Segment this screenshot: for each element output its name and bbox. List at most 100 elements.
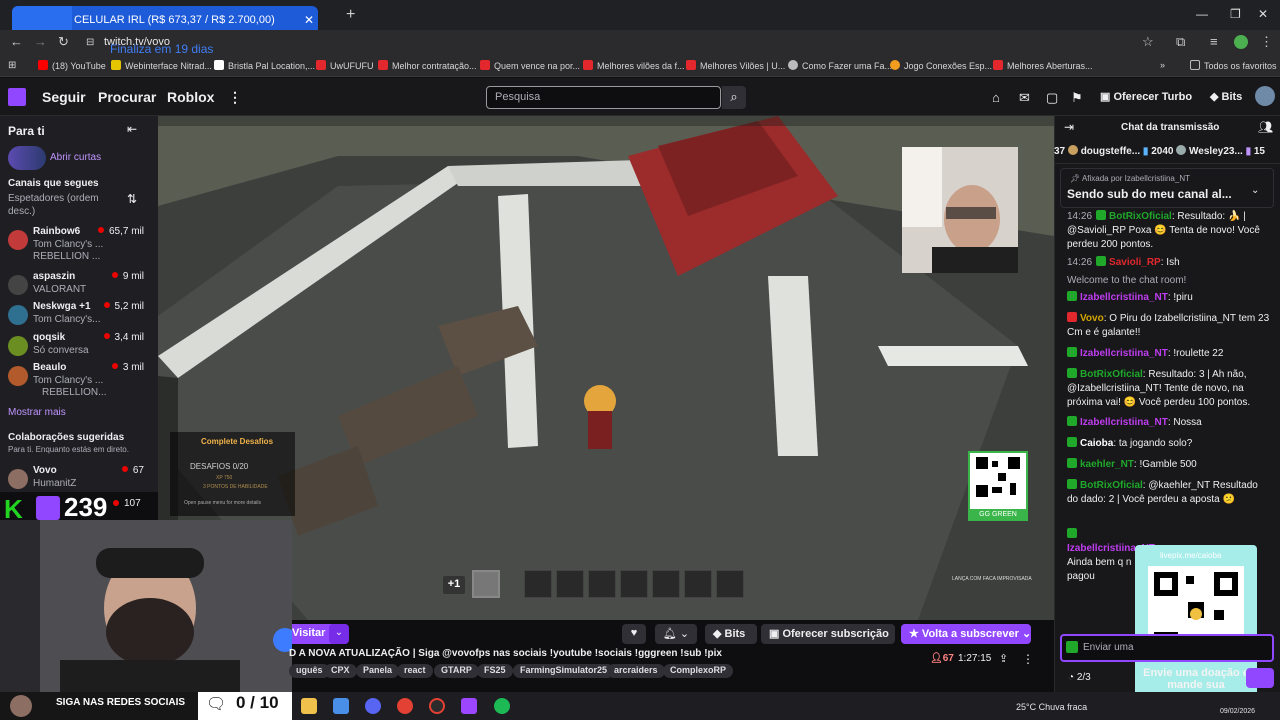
hotbar-slot	[652, 570, 680, 598]
tag[interactable]: Panela	[356, 664, 400, 678]
bookmarks-overflow-icon[interactable]: »	[1160, 60, 1165, 70]
bits-button[interactable]: ◆ Bits	[705, 624, 757, 644]
spotify-icon[interactable]	[494, 698, 510, 714]
get-bits-button[interactable]: ◆ Bits	[1210, 90, 1242, 103]
sidebar-channel[interactable]: Neskwga +1 Tom Clancy's... 5,2 mil	[0, 299, 158, 333]
media-icon[interactable]: ≡	[1210, 34, 1218, 49]
forward-icon[interactable]: →	[34, 34, 47, 49]
tag[interactable]: FS25	[477, 664, 513, 678]
bookmark-item[interactable]: Melhores Vilões | U...	[686, 60, 785, 71]
browser-tab-active[interactable]: CELULAR IRL (R$ 673,37 / R$ 2.700,00) ✕	[12, 6, 318, 32]
follow-heart-icon[interactable]: ♥	[622, 624, 646, 644]
menu-icon[interactable]: ⋮	[1260, 34, 1273, 50]
prime-loot-icon[interactable]: ⌂	[992, 90, 1000, 105]
badge-icon[interactable]	[1066, 641, 1078, 653]
bookmark-item[interactable]: (18) YouTube	[38, 60, 106, 71]
hotbar-slot	[588, 570, 616, 598]
chat-bubble-icon: 🗨︎	[206, 696, 227, 713]
stream-title: D A NOVA ATUALIZAÇÃO | Siga @vovofps nas…	[289, 648, 722, 659]
chat-message: Izabellcristiina_NT: Nossa	[1067, 416, 1271, 430]
tag[interactable]: ComplexoRP	[663, 664, 734, 678]
window-close-icon[interactable]: ✕	[1258, 7, 1268, 21]
close-tab-icon[interactable]: ✕	[304, 13, 314, 27]
chevron-down-icon[interactable]: ⌄	[1251, 185, 1259, 196]
resubscribe-button[interactable]: ★ Volta a subscrever ⌄	[901, 624, 1031, 644]
inbox-icon[interactable]: ✉	[1019, 90, 1030, 106]
bookmark-star-icon[interactable]: ☆	[1142, 34, 1154, 50]
store-icon[interactable]	[333, 698, 349, 714]
bookmark-item[interactable]: Como Fazer uma Fa...	[788, 60, 892, 71]
whispers-icon[interactable]: ▢	[1046, 90, 1058, 106]
bookmark-item[interactable]: Quem vence na por...	[480, 60, 580, 71]
bookmark-item[interactable]: Melhores vilões da f...	[583, 60, 685, 71]
challenges-points: 3 PONTOS DE HABILIDADE	[203, 484, 268, 490]
tag[interactable]: arcraiders	[607, 664, 665, 678]
avatar	[8, 230, 28, 250]
search-input[interactable]: Pesquisa	[486, 86, 721, 109]
reload-icon[interactable]: ↻	[58, 34, 69, 50]
nav-following[interactable]: Seguir	[42, 89, 86, 105]
new-tab-icon[interactable]: +	[346, 6, 355, 24]
bookmark-item[interactable]: Bristla Pal Location,...	[214, 60, 315, 71]
sidebar-channel[interactable]: Rainbow6 Tom Clancy's ... REBELLION ... …	[0, 224, 158, 262]
nav-browse[interactable]: Procurar	[98, 89, 156, 105]
back-icon[interactable]: ←	[10, 34, 23, 49]
weather-widget[interactable]: 25°C Chuva fraca	[1016, 702, 1087, 712]
avatar	[8, 336, 28, 356]
app-icon[interactable]	[461, 698, 477, 714]
chat-message: kaehler_NT: !Gamble 500	[1067, 458, 1271, 472]
nav-roblox[interactable]: Roblox	[167, 89, 214, 105]
goal-ends-text: Finaliza em 19 dias	[110, 42, 214, 56]
minimize-icon[interactable]: —	[1196, 7, 1208, 21]
restore-icon[interactable]: ❐	[1230, 7, 1241, 21]
collapse-chat-icon[interactable]: ⇥	[1064, 120, 1074, 134]
sidebar-channel[interactable]: qoqsik Só conversa 3,4 mil	[0, 330, 158, 364]
notifications-icon[interactable]: 🔔︎ ⌄	[655, 624, 697, 644]
turbo-button[interactable]: ▣ Oferecer Turbo	[1100, 90, 1192, 103]
viewer-count: 👤︎67	[930, 653, 954, 664]
site-info-icon[interactable]: ⊟	[86, 37, 94, 48]
bookmark-item[interactable]: Jogo Conexões Esp...	[890, 60, 992, 71]
tag[interactable]: FarmingSimulator25	[513, 664, 615, 678]
open-clips-link[interactable]: Abrir curtas	[50, 152, 101, 163]
chat-send-button[interactable]	[1246, 668, 1274, 688]
leaderboard[interactable]: 37 dougsteffe... ▮ 2040 Wesley23... ▮ 15	[1054, 140, 1280, 164]
clock-date[interactable]: 09/02/2026	[1220, 708, 1255, 715]
pinned-by: 📌︎ Afixada por Izabellcristiina_NT	[1070, 174, 1190, 183]
tag[interactable]: CPX	[324, 664, 357, 678]
avatar	[8, 366, 28, 386]
show-more-link[interactable]: Mostrar mais	[8, 407, 66, 418]
clips-icon[interactable]	[8, 146, 46, 170]
tag[interactable]: GTARP	[434, 664, 479, 678]
collapse-sidebar-icon[interactable]: ⇤	[127, 122, 137, 136]
nav-more-icon[interactable]: ⋮	[228, 89, 242, 106]
challenges-xp: XP 750	[216, 475, 233, 481]
tag[interactable]: react	[397, 664, 433, 678]
bookmark-item[interactable]: Webinterface Nitrad...	[111, 60, 212, 71]
apps-icon[interactable]: ⊞	[8, 60, 16, 71]
more-options-icon[interactable]: ⋮	[1022, 652, 1034, 666]
facecam-bottom	[0, 520, 292, 692]
chevron-down-icon[interactable]: ⌄	[329, 624, 349, 644]
channel-points[interactable]: ◔ 2/3	[1068, 672, 1091, 683]
bookmark-item[interactable]: Melhores Aberturas...	[993, 60, 1093, 71]
twitch-logo-icon[interactable]	[8, 88, 26, 106]
chrome-icon[interactable]	[397, 698, 413, 714]
profile-icon[interactable]	[1234, 35, 1248, 49]
all-favorites[interactable]: Todos os favoritos	[1190, 60, 1277, 71]
bookmark-item[interactable]: Melhor contratação...	[378, 60, 477, 71]
sidebar-channel[interactable]: aspaszin VALORANT 9 mil	[0, 269, 158, 303]
gift-sub-button[interactable]: ▣ Oferecer subscrição	[761, 624, 895, 644]
sidebar-channel[interactable]: Beaulo Tom Clancy's ... REBELLION... 3 m…	[0, 360, 158, 398]
user-avatar[interactable]	[1255, 86, 1275, 106]
extensions-icon[interactable]: ⧉	[1176, 34, 1185, 50]
community-icon[interactable]: 👥︎	[1258, 120, 1273, 134]
obs-icon[interactable]	[429, 698, 445, 714]
sort-icon[interactable]: ⇅	[127, 192, 137, 206]
share-icon[interactable]: ⇪	[999, 652, 1008, 665]
bookmark-item[interactable]: UwUFUFU	[316, 60, 374, 71]
drops-icon[interactable]: ⚑	[1071, 90, 1083, 106]
discord-icon[interactable]	[365, 698, 381, 714]
file-explorer-icon[interactable]	[301, 698, 317, 714]
search-icon[interactable]: ⌕	[722, 86, 746, 109]
